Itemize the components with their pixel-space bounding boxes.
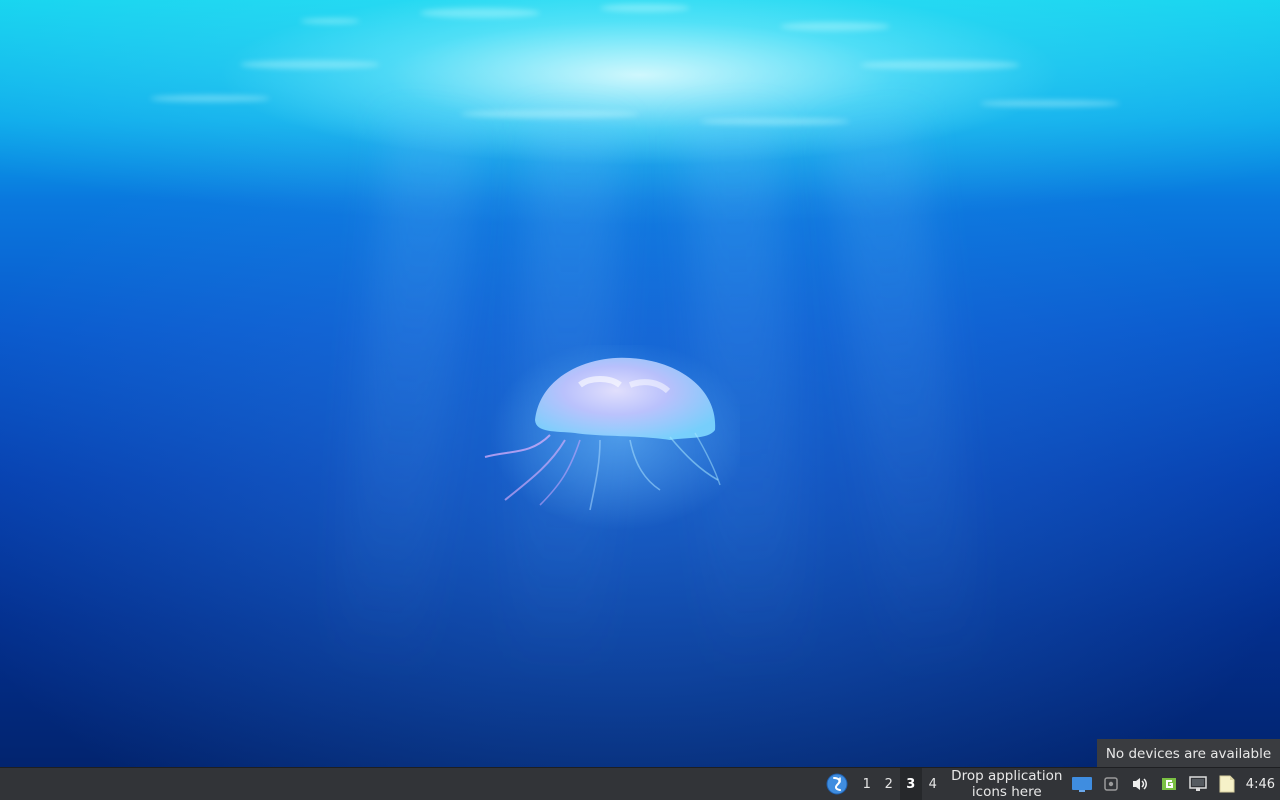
workspace-4[interactable]: 4 (922, 768, 944, 800)
launcher-drop-area[interactable]: Drop application icons here (948, 768, 1066, 800)
network-button[interactable] (1185, 768, 1211, 800)
surface-caustic (980, 100, 1120, 107)
surface-caustic (860, 60, 1020, 70)
clock[interactable]: 4:46 (1246, 777, 1275, 792)
workspace-3[interactable]: 3 (899, 767, 922, 800)
surface-caustic (240, 60, 380, 69)
jellyfish-wallpaper-image (484, 345, 740, 530)
workspace-2[interactable]: 2 (878, 768, 900, 800)
taskbar: 1 2 3 4 Drop application icons here 4:46 (0, 767, 1280, 800)
tooltip: No devices are available (1097, 739, 1280, 768)
menu-button[interactable] (824, 771, 850, 797)
desktop[interactable]: No devices are available 1 2 3 4 Drop ap… (0, 0, 1280, 800)
drop-area-line1: Drop application (951, 768, 1063, 784)
tooltip-text: No devices are available (1105, 745, 1272, 762)
notes-button[interactable] (1214, 768, 1240, 800)
light-ray (826, 116, 984, 684)
taskbar-tray: 1 2 3 4 Drop application icons here 4:46 (824, 767, 1280, 800)
drop-area-line2: icons here (971, 784, 1042, 800)
network-icon (1189, 776, 1207, 791)
shield-update-icon (1161, 778, 1176, 790)
mint-logo-icon (826, 773, 848, 795)
volume-button[interactable] (1127, 768, 1153, 800)
notes-icon (1219, 775, 1235, 793)
show-desktop-button[interactable] (1069, 768, 1095, 800)
speaker-icon (1132, 778, 1147, 790)
update-manager-button[interactable] (1156, 768, 1182, 800)
workspace-1[interactable]: 1 (856, 768, 878, 800)
surface-caustic (600, 4, 690, 12)
monitor-icon (1071, 777, 1092, 792)
surface-caustic (150, 95, 270, 102)
light-ray (330, 116, 480, 684)
surface-caustic (300, 18, 360, 24)
drive-icon (1104, 777, 1118, 791)
surface-caustic (420, 8, 540, 18)
surface-caustic (780, 22, 890, 31)
surface-caustic (460, 110, 640, 118)
removable-drives-button[interactable] (1098, 768, 1124, 800)
surface-caustic (700, 118, 850, 125)
